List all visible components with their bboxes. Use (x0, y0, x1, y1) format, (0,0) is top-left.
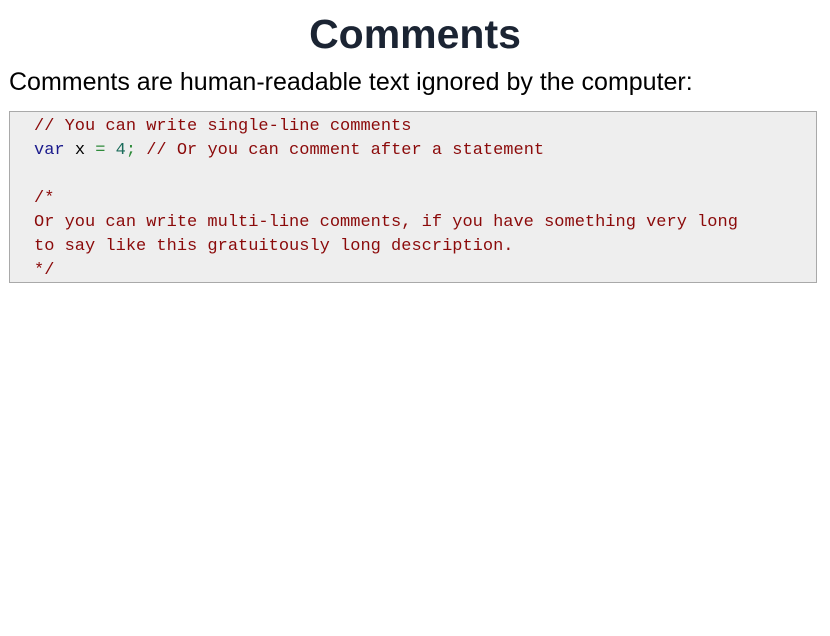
code-block: // You can write single-line comments var… (9, 111, 817, 283)
page-title: Comments (309, 11, 521, 57)
code-comment: to say like this gratuitously long descr… (34, 237, 514, 256)
code-comment: /* (34, 189, 55, 208)
code-line-4: /* (34, 187, 816, 211)
code-line-2: var x = 4; // Or you can comment after a… (34, 139, 816, 163)
code-operator: = (95, 141, 106, 160)
code-comment: Or you can write multi-line comments, if… (34, 213, 738, 232)
code-line-7: */ (34, 259, 816, 282)
code-line-6: to say like this gratuitously long descr… (34, 235, 816, 259)
code-semicolon: ; (125, 141, 137, 160)
code-identifier: x (74, 141, 86, 160)
code-number: 4 (115, 141, 126, 160)
code-line-5: Or you can write multi-line comments, if… (34, 211, 816, 235)
code-comment: // You can write single-line comments (34, 117, 412, 136)
code-comment: */ (34, 261, 55, 280)
code-comment: // Or you can comment after a statement (146, 141, 545, 160)
intro-text: Comments are human-readable text ignored… (9, 68, 693, 96)
code-keyword: var (34, 141, 65, 160)
code-line-1: // You can write single-line comments (34, 115, 816, 139)
